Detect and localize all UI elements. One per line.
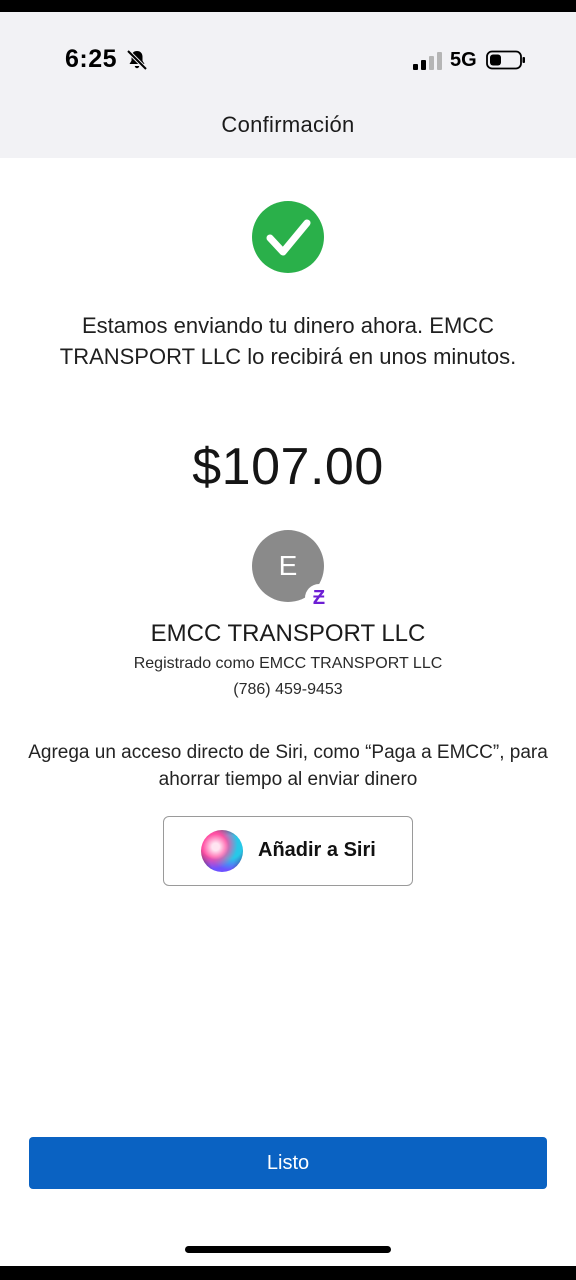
home-indicator[interactable] [185, 1246, 391, 1253]
signal-icon [413, 52, 442, 70]
bell-slash-icon [126, 49, 148, 71]
page-title: Confirmación [221, 112, 355, 137]
recipient-phone: (786) 459-9453 [233, 681, 343, 698]
network-type: 5G [450, 49, 477, 71]
done-button[interactable]: Listo [29, 1137, 547, 1189]
checkmark-circle-icon [252, 201, 324, 273]
add-to-siri-label: Añadir a Siri [258, 839, 376, 861]
siri-orb-icon [201, 830, 243, 872]
amount-sent: $107.00 [192, 438, 384, 496]
status-time: 6:25 [65, 45, 118, 73]
registered-as-label: Registrado como EMCC TRANSPORT LLC [133, 655, 443, 672]
siri-prompt: Agrega un acceso directo de Siri, como “… [28, 742, 548, 790]
recipient-name: EMCC TRANSPORT LLC [150, 620, 426, 647]
confirmation-screen: 6:25 5G Confirmación Estamos enviando tu… [0, 12, 576, 1266]
confirmation-message: Estamos enviando tu dinero ahora. EMCC T… [59, 313, 517, 369]
add-to-siri-button[interactable]: Añadir a Siri [163, 816, 413, 886]
zelle-icon: Ƶ [305, 584, 333, 612]
battery-icon [486, 50, 525, 70]
status-bar: 6:25 5G Confirmación [0, 12, 576, 158]
